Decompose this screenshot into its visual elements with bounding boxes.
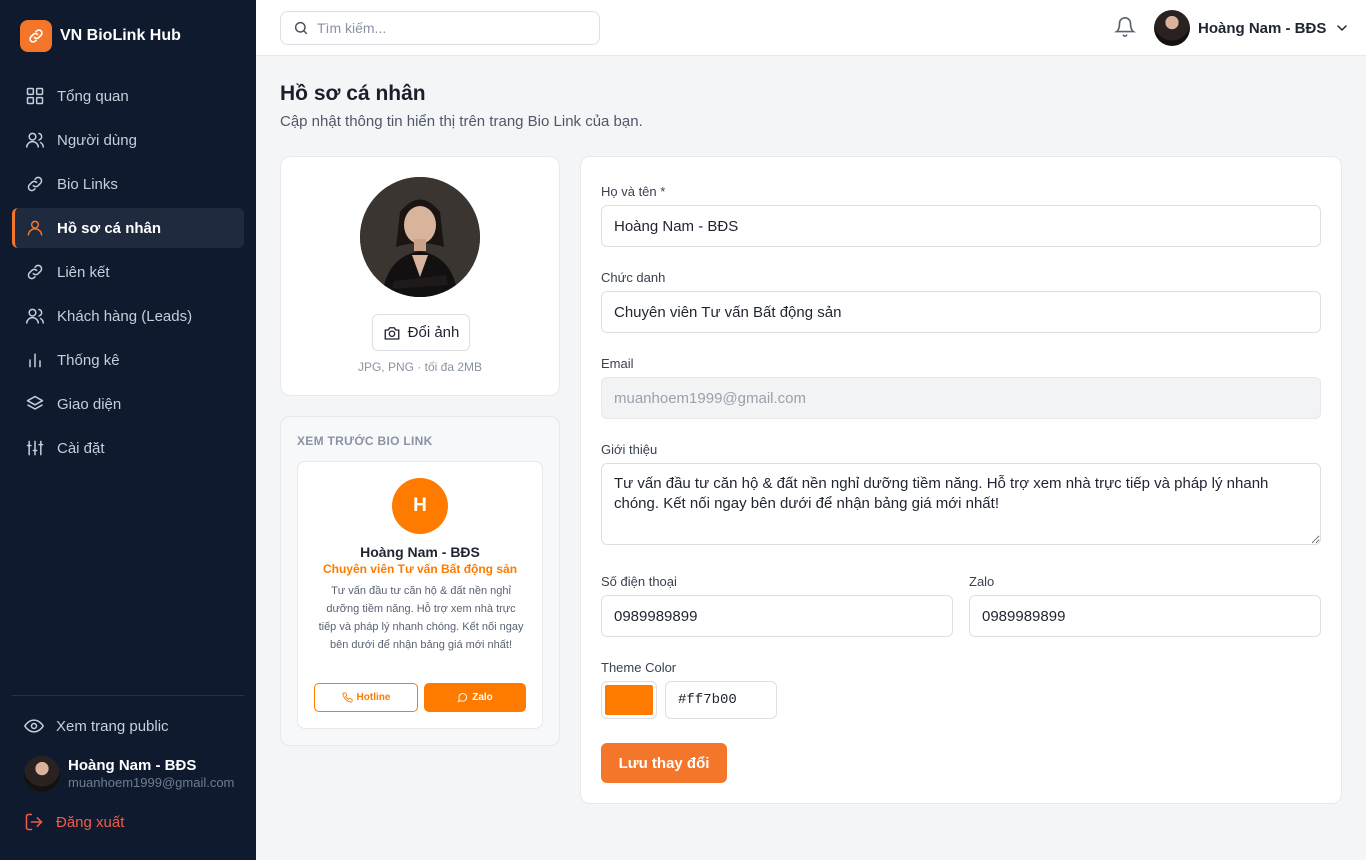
avatar — [24, 756, 60, 792]
preview-hotline-label: Hotline — [356, 692, 391, 703]
bio-link-preview-card: XEM TRƯỚC BIO LINK H Hoàng Nam - BĐS Chu… — [280, 416, 560, 746]
sidebar-item-label: Giao diện — [57, 395, 122, 413]
preview-zalo-label: Zalo — [472, 692, 493, 703]
bell-icon — [1114, 17, 1136, 38]
topbar: Hoàng Nam - BĐS — [256, 0, 1366, 56]
preview-name: Hoàng Nam - BĐS — [360, 544, 480, 560]
preview-avatar: H — [392, 478, 448, 534]
link-icon — [27, 264, 43, 280]
sidebar-item-label: Cài đặt — [57, 439, 105, 457]
user-menu-name: Hoàng Nam - BĐS — [1198, 19, 1327, 37]
change-photo-button[interactable]: Đổi ảnh — [372, 314, 470, 351]
brand[interactable]: VN BioLink Hub — [20, 20, 181, 52]
sidebar-item-label: Hồ sơ cá nhân — [57, 219, 162, 237]
bar-chart-icon — [29, 353, 41, 368]
sidebar-user[interactable]: Hoàng Nam - BĐS muanhoem1999@gmail.com — [24, 756, 234, 792]
theme-color-picker[interactable] — [601, 681, 657, 719]
sidebar-item-bio-links[interactable]: Bio Links — [12, 164, 244, 204]
sidebar-item-label: Bio Links — [57, 175, 118, 193]
theme-color-label: Theme Color — [601, 660, 677, 675]
page-title: Hồ sơ cá nhân — [280, 82, 426, 105]
job-title-field[interactable] — [601, 291, 1321, 333]
search-input[interactable] — [317, 20, 587, 36]
sliders-icon — [26, 440, 44, 456]
view-public-page-label: Xem trang public — [56, 717, 169, 735]
search-icon — [294, 21, 308, 35]
zalo-field[interactable] — [969, 595, 1321, 637]
profile-photo — [360, 177, 480, 297]
layers-icon — [26, 395, 44, 410]
sidebar-item-appearance[interactable]: Giao diện — [12, 384, 244, 424]
sidebar-item-label: Liên kết — [57, 263, 110, 281]
avatar — [1154, 10, 1190, 46]
sidebar-item-label: Tổng quan — [57, 87, 129, 105]
title-label: Chức danh — [601, 270, 666, 285]
email-field — [601, 377, 1321, 419]
sidebar-item-label: Người dùng — [57, 131, 137, 149]
link-icon — [27, 176, 43, 192]
logout-label: Đăng xuất — [56, 813, 125, 831]
user-icon — [27, 220, 43, 236]
theme-color-hex-input[interactable] — [665, 681, 777, 719]
save-changes-button[interactable]: Lưu thay đổi — [601, 743, 727, 783]
sidebar-divider — [12, 695, 244, 696]
phone-field[interactable] — [601, 595, 953, 637]
bio-link-preview: H Hoàng Nam - BĐS Chuyên viên Tư vấn Bất… — [297, 461, 543, 729]
chevron-down-icon — [1337, 25, 1348, 32]
preview-bio: Tư vấn đầu tư căn hộ & đất nền nghỉ dưỡn… — [318, 585, 524, 651]
sidebar-nav: Tổng quan Người dùng Bio Links Hồ sơ cá … — [12, 76, 244, 472]
sidebar: VN BioLink Hub Tổng quan Người dùng Bio … — [0, 0, 256, 860]
profile-form: Họ và tên * Chức danh Email Giới thiệu T… — [580, 156, 1342, 804]
email-label: Email — [601, 356, 634, 371]
users-icon — [25, 308, 45, 324]
preview-title: Chuyên viên Tư vấn Bất động sản — [322, 562, 518, 576]
brand-name: VN BioLink Hub — [60, 27, 181, 44]
change-photo-label: Đổi ảnh — [407, 324, 460, 341]
eye-icon — [24, 719, 44, 733]
logout-button[interactable]: Đăng xuất — [24, 810, 124, 834]
page-subtitle: Cập nhật thông tin hiển thị trên trang B… — [280, 113, 643, 130]
logout-icon — [25, 813, 43, 831]
sidebar-item-label: Thống kê — [57, 351, 120, 369]
sidebar-item-overview[interactable]: Tổng quan — [12, 76, 244, 116]
grid-icon — [26, 87, 44, 105]
camera-icon — [384, 326, 400, 340]
search-box[interactable] — [280, 11, 600, 45]
sidebar-item-settings[interactable]: Cài đặt — [12, 428, 244, 468]
preview-heading: XEM TRƯỚC BIO LINK — [297, 434, 433, 448]
name-label: Họ và tên * — [601, 184, 666, 199]
avatar-card: Đổi ảnh JPG, PNG · tối đa 2MB — [280, 156, 560, 396]
user-menu[interactable]: Hoàng Nam - BĐS — [1154, 10, 1350, 46]
name-field[interactable] — [601, 205, 1321, 247]
phone-icon — [342, 692, 353, 703]
notifications-button[interactable] — [1114, 16, 1138, 40]
link-icon — [20, 20, 52, 52]
sidebar-item-profile[interactable]: Hồ sơ cá nhân — [12, 208, 244, 248]
sidebar-item-statistics[interactable]: Thống kê — [12, 340, 244, 380]
view-public-page-link[interactable]: Xem trang public — [24, 714, 169, 738]
bio-textarea[interactable]: Tư vấn đầu tư căn hộ & đất nền nghỉ dưỡn… — [601, 463, 1321, 545]
phone-label: Số điện thoại — [601, 574, 677, 589]
sidebar-item-label: Khách hàng (Leads) — [57, 307, 193, 325]
sidebar-user-name: Hoàng Nam - BĐS — [68, 757, 197, 774]
sidebar-item-leads[interactable]: Khách hàng (Leads) — [12, 296, 244, 336]
sidebar-item-users[interactable]: Người dùng — [12, 120, 244, 160]
preview-hotline-button[interactable]: Hotline — [314, 683, 418, 712]
sidebar-item-links[interactable]: Liên kết — [12, 252, 244, 292]
bio-label: Giới thiệu — [601, 442, 658, 457]
sidebar-user-email: muanhoem1999@gmail.com — [68, 775, 235, 790]
zalo-label: Zalo — [969, 574, 995, 589]
theme-color-swatch — [605, 685, 653, 715]
preview-zalo-button[interactable]: Zalo — [424, 683, 526, 712]
chat-icon — [457, 693, 468, 703]
users-icon — [25, 132, 45, 148]
file-hint: JPG, PNG · tối đa 2MB — [357, 360, 483, 374]
